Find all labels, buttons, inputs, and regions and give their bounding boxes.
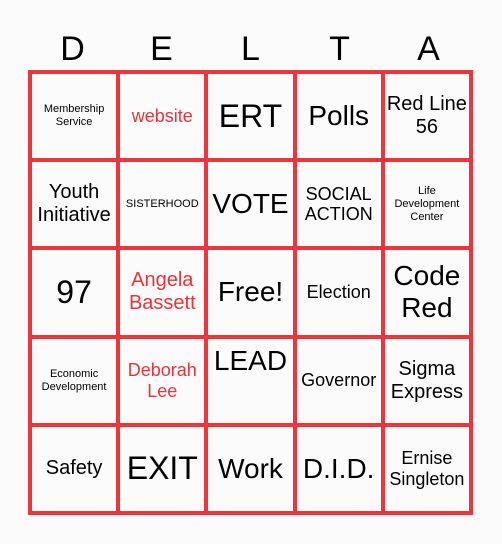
bingo-cell[interactable]: EXIT [118, 424, 207, 513]
bingo-cell[interactable]: Polls [294, 72, 383, 161]
header-letter-l: L [241, 30, 260, 68]
bingo-cell[interactable]: Safety [30, 424, 119, 513]
header-letter-d: D [60, 30, 85, 68]
bingo-cell[interactable]: Life Development Center [382, 160, 471, 249]
bingo-cell[interactable]: Angela Bassett [118, 248, 207, 337]
header-letter-t: T [329, 30, 350, 68]
bingo-cell[interactable]: Youth Initiative [30, 160, 119, 249]
bingo-cell[interactable]: Deborah Lee [118, 336, 207, 425]
bingo-board: Membership Service website ERT Polls Red… [28, 70, 473, 515]
bingo-cell[interactable]: Work [206, 424, 295, 513]
bingo-cell[interactable]: Code Red [382, 248, 471, 337]
bingo-cell[interactable]: Membership Service [30, 72, 119, 161]
bingo-cell[interactable]: Ernise Singleton [382, 424, 471, 513]
bingo-cell[interactable]: Red Line 56 [382, 72, 471, 161]
bingo-cell[interactable]: 97 [30, 248, 119, 337]
bingo-cell[interactable]: SOCIAL ACTION [294, 160, 383, 249]
bingo-header: D E L T A [28, 28, 473, 70]
bingo-cell[interactable]: Free! [206, 248, 295, 337]
header-letter-a: A [417, 30, 440, 68]
bingo-cell[interactable]: Election [294, 248, 383, 337]
bingo-cell[interactable]: VOTE [206, 160, 295, 249]
bingo-cell[interactable]: website [118, 72, 207, 161]
header-letter-e: E [150, 30, 173, 68]
bingo-cell[interactable]: SISTERHOOD [118, 160, 207, 249]
bingo-cell[interactable]: Governor [294, 336, 383, 425]
bingo-cell[interactable]: ERT [206, 72, 295, 161]
bingo-cell[interactable]: Economic Development [30, 336, 119, 425]
bingo-cell[interactable]: LEAD [206, 336, 295, 425]
bingo-cell[interactable]: D.I.D. [294, 424, 383, 513]
bingo-cell[interactable]: Sigma Express [382, 336, 471, 425]
